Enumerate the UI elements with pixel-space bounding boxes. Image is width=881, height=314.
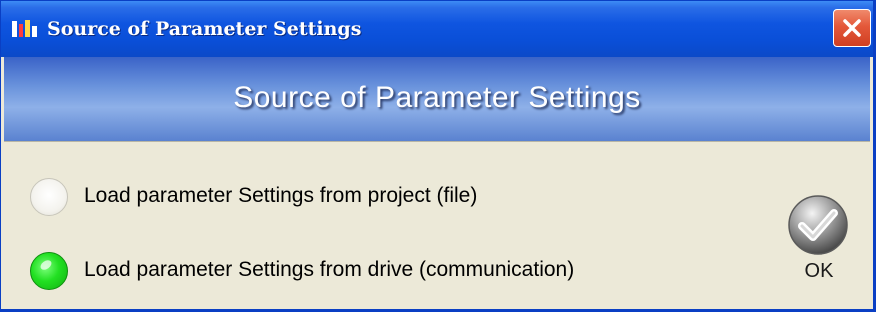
checkmark-icon — [787, 194, 849, 256]
close-button[interactable] — [833, 9, 871, 47]
radio-drive-selected[interactable] — [30, 252, 68, 290]
radio-project-unselected[interactable] — [30, 178, 68, 216]
title-bar[interactable]: Source of Parameter Settings — [1, 1, 873, 57]
app-logo-icon — [11, 19, 39, 39]
header-banner: Source of Parameter Settings — [4, 57, 870, 142]
option-label-drive: Load parameter Settings from drive (comm… — [84, 258, 575, 281]
dialog-body: Load parameter Settings from project (fi… — [4, 142, 870, 309]
option-label-project: Load parameter Settings from project (fi… — [84, 184, 478, 207]
ok-button[interactable]: OK — [784, 194, 854, 286]
banner-title: Source of Parameter Settings — [233, 81, 641, 114]
ok-label: OK — [804, 260, 834, 282]
dialog-window: Source of Parameter Settings Source of P… — [0, 0, 876, 312]
window-title: Source of Parameter Settings — [47, 18, 362, 40]
